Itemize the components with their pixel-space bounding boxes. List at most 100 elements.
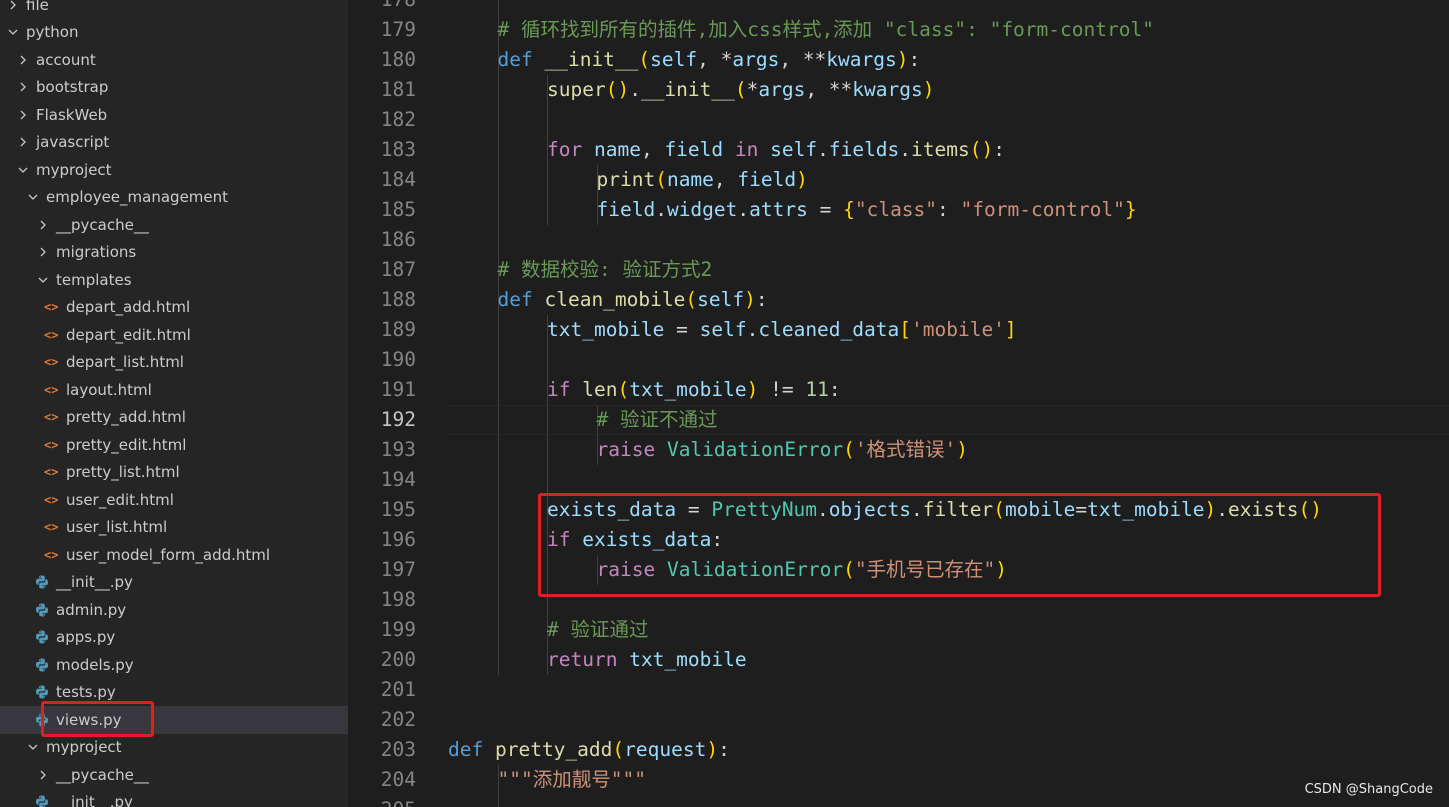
- folder-item[interactable]: employee_management: [0, 184, 348, 212]
- code-line[interactable]: 195 exists_data = PrettyNum.objects.filte…: [348, 495, 1449, 525]
- code-line[interactable]: 184 print(name, field): [348, 165, 1449, 195]
- code-token: .: [629, 78, 641, 101]
- file-item[interactable]: tests.py: [0, 679, 348, 707]
- code-line[interactable]: 191 if len(txt_mobile) != 11:: [348, 375, 1449, 405]
- line-number: 191: [380, 378, 416, 401]
- code-token: (): [969, 138, 994, 161]
- code-token: (: [734, 78, 747, 101]
- code-token: .: [655, 198, 667, 221]
- chevron-right-icon[interactable]: [34, 219, 52, 231]
- code-line[interactable]: 196 if exists_data:: [348, 525, 1449, 555]
- code-line[interactable]: 202: [348, 705, 1449, 735]
- code-line[interactable]: 194: [348, 465, 1449, 495]
- code-line[interactable]: 180 def __init__(self, *args, **kwargs):: [348, 45, 1449, 75]
- file-item[interactable]: <> pretty_add.html: [0, 404, 348, 432]
- code-token: cleaned_data: [758, 318, 900, 341]
- file-item[interactable]: models.py: [0, 651, 348, 679]
- line-number: 187: [380, 258, 416, 281]
- code-token: self: [699, 318, 747, 341]
- chevron-right-icon[interactable]: [34, 246, 52, 258]
- folder-item[interactable]: python: [0, 19, 348, 47]
- code-token: widget: [666, 198, 738, 221]
- file-item[interactable]: <> depart_list.html: [0, 349, 348, 377]
- file-item[interactable]: <> user_list.html: [0, 514, 348, 542]
- code-token: exists: [1228, 498, 1299, 521]
- code-line[interactable]: 205: [348, 795, 1449, 807]
- file-item[interactable]: <> pretty_edit.html: [0, 431, 348, 459]
- folder-item[interactable]: templates: [0, 266, 348, 294]
- folder-item[interactable]: myproject: [0, 734, 348, 762]
- code-line[interactable]: 183 for name, field in self.fields.items(…: [348, 135, 1449, 165]
- chevron-right-icon[interactable]: [34, 769, 52, 781]
- code-token: txt_mobile: [547, 318, 665, 341]
- folder-item[interactable]: bootstrap: [0, 74, 348, 102]
- code-line[interactable]: 178: [348, 0, 1449, 15]
- file-item[interactable]: admin.py: [0, 596, 348, 624]
- code-line[interactable]: 203 def pretty_add(request):: [348, 735, 1449, 765]
- code-line[interactable]: 200 return txt_mobile: [348, 645, 1449, 675]
- chevron-down-icon[interactable]: [14, 164, 32, 176]
- tree-item-label: __init__.py: [56, 793, 133, 807]
- code-line[interactable]: 190: [348, 345, 1449, 375]
- chevron-down-icon[interactable]: [34, 274, 52, 286]
- code-line[interactable]: 182: [348, 105, 1449, 135]
- chevron-right-icon[interactable]: [14, 54, 32, 66]
- tree-item-label: pretty_add.html: [66, 408, 186, 427]
- folder-item[interactable]: file: [0, 0, 348, 19]
- code-token: # 验证不通过: [596, 408, 718, 431]
- code-token: def: [497, 288, 533, 311]
- code-editor[interactable]: 178 179 # 循环找到所有的插件,加入css样式,添加 "class": "f…: [348, 0, 1449, 807]
- chevron-down-icon[interactable]: [4, 26, 22, 38]
- chevron-right-icon[interactable]: [4, 0, 22, 11]
- code-token: ): [896, 48, 909, 71]
- code-line[interactable]: 199 # 验证通过: [348, 615, 1449, 645]
- folder-item[interactable]: account: [0, 46, 348, 74]
- tree-item-label: account: [36, 50, 96, 69]
- folder-item[interactable]: __pycache__: [0, 761, 348, 789]
- code-line[interactable]: 189 txt_mobile = self.cleaned_data['mobil…: [348, 315, 1449, 345]
- folder-item[interactable]: migrations: [0, 239, 348, 267]
- file-item[interactable]: <> user_edit.html: [0, 486, 348, 514]
- file-item[interactable]: <> pretty_list.html: [0, 459, 348, 487]
- code-line[interactable]: 192 # 验证不通过: [348, 405, 1449, 435]
- code-line[interactable]: 188 def clean_mobile(self):: [348, 285, 1449, 315]
- chevron-right-icon[interactable]: [14, 81, 32, 93]
- code-line[interactable]: 186: [348, 225, 1449, 255]
- code-line[interactable]: 193 raise ValidationError('格式错误'): [348, 435, 1449, 465]
- tree-item-label: apps.py: [56, 628, 116, 647]
- code-token: :: [718, 738, 730, 761]
- html-file-icon: <>: [44, 520, 59, 535]
- tree-item-label: user_edit.html: [66, 490, 174, 509]
- tree-item-label: file: [26, 0, 49, 14]
- folder-item[interactable]: javascript: [0, 129, 348, 157]
- file-item[interactable]: <> layout.html: [0, 376, 348, 404]
- file-item[interactable]: __init__.py: [0, 569, 348, 597]
- file-item[interactable]: <> depart_edit.html: [0, 321, 348, 349]
- code-token: PrettyNum: [711, 498, 818, 521]
- code-token: , **: [805, 78, 853, 101]
- code-text: txt_mobile = self.cleaned_data['mobile']: [547, 315, 1017, 345]
- line-number: 200: [380, 648, 416, 671]
- file-item[interactable]: apps.py: [0, 624, 348, 652]
- folder-item[interactable]: myproject: [0, 156, 348, 184]
- folder-item[interactable]: FlaskWeb: [0, 101, 348, 129]
- code-line[interactable]: 201: [348, 675, 1449, 705]
- chevron-down-icon[interactable]: [24, 741, 42, 753]
- code-line[interactable]: 198: [348, 585, 1449, 615]
- code-line[interactable]: 204 """添加靓号""": [348, 765, 1449, 795]
- code-line[interactable]: 187 # 数据校验: 验证方式2: [348, 255, 1449, 285]
- folder-item[interactable]: __pycache__: [0, 211, 348, 239]
- code-line[interactable]: 179 # 循环找到所有的插件,加入css样式,添加 "class": "form…: [348, 15, 1449, 45]
- file-item[interactable]: __init__.py: [0, 789, 348, 807]
- file-item[interactable]: views.py: [0, 706, 348, 734]
- code-line[interactable]: 185 field.widget.attrs = {"class": "form-…: [348, 195, 1449, 225]
- file-item[interactable]: <> depart_add.html: [0, 294, 348, 322]
- chevron-right-icon[interactable]: [14, 109, 32, 121]
- file-item[interactable]: <> user_model_form_add.html: [0, 541, 348, 569]
- chevron-down-icon[interactable]: [24, 191, 42, 203]
- line-number: 195: [380, 498, 416, 521]
- chevron-right-icon[interactable]: [14, 136, 32, 148]
- code-line[interactable]: 197 raise ValidationError("手机号已存在"): [348, 555, 1449, 585]
- code-line[interactable]: 181 super().__init__(*args, **kwargs): [348, 75, 1449, 105]
